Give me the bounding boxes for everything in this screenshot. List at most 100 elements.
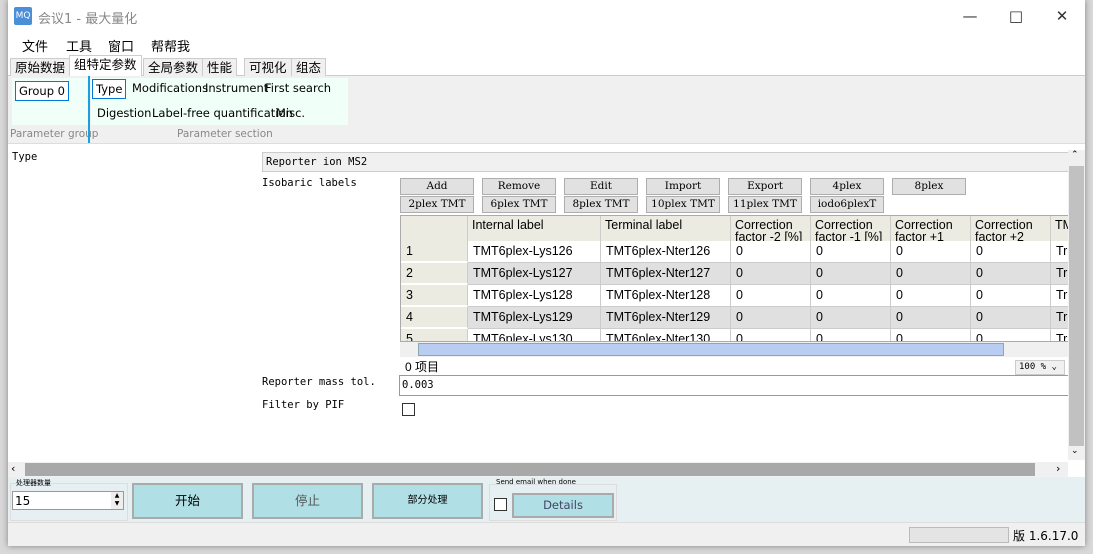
table-cell[interactable]: 0 [971,329,1051,341]
isobaric-2plex-tmt-button[interactable]: 2plex TMT [400,196,474,213]
scroll-left-icon[interactable]: ‹ [11,462,15,475]
type-select[interactable]: Reporter ion MS2 [262,152,1069,172]
isobaric-8plex-tmt-button[interactable]: 8plex TMT [564,196,638,213]
isobaric-import-button[interactable]: Import [646,178,720,195]
table-cell[interactable]: 0 [971,241,1051,263]
details-button[interactable]: Details [512,493,614,518]
scroll-down-icon[interactable]: ⌄ [1071,446,1079,456]
table-cell[interactable]: 0 [891,241,971,263]
close-icon[interactable]: ✕ [1042,4,1082,28]
isobaric-10plex-tmt-button[interactable]: 10plex TMT [646,196,720,213]
column-header[interactable]: Internal label [468,216,601,241]
horizontal-scroll-thumb[interactable] [25,463,1035,476]
isobaric-4plex-button[interactable]: 4plex [810,178,884,195]
isobaric-edit-button[interactable]: Edit [564,178,638,195]
tab-config[interactable]: 组态 [291,58,327,77]
isobaric-export-button[interactable]: Export [728,178,802,195]
section-digestion[interactable]: Digestion [94,104,154,122]
table-cell[interactable]: True [1051,329,1068,341]
table-cell[interactable]: 0 [811,241,891,263]
column-header[interactable]: Terminal label [601,216,731,241]
mass-tol-input[interactable]: 0.003 [399,375,1069,396]
section-misc[interactable]: Misc. [273,104,308,122]
isobaric-11plex-tmt-button[interactable]: 11plex TMT [728,196,802,213]
table-cell[interactable]: 0 [731,263,811,285]
threads-input[interactable]: 15 [12,491,124,510]
row-header[interactable]: 5 [401,329,468,341]
table-cell[interactable]: 0 [811,263,891,285]
email-checkbox[interactable] [494,498,507,511]
table-cell[interactable]: 0 [971,307,1051,329]
partial-process-button[interactable]: 部分处理 [372,483,483,519]
table-cell[interactable]: True [1051,263,1068,285]
table-cell[interactable]: 0 [731,285,811,307]
table-cell[interactable]: TMT6plex-Lys129 [468,307,601,329]
section-modifications[interactable]: Modifications [129,79,211,97]
isobaric-6plex-tmt-button[interactable]: 6plex TMT [482,196,556,213]
table-cell[interactable]: TMT6plex-Lys126 [468,241,601,263]
zoom-dropdown[interactable]: 100 % ⌄ [1015,360,1065,375]
section-first-search[interactable]: First search [262,79,334,97]
scroll-up-icon[interactable]: ⌃ [1071,150,1079,160]
maximize-icon[interactable]: □ [996,4,1036,28]
horizontal-scrollbar[interactable]: ‹ › [8,462,1068,477]
isobaric-remove-button[interactable]: Remove [482,178,556,195]
row-header[interactable]: 1 [401,241,468,263]
column-header[interactable]: Correction factor +1 [891,216,971,241]
menu-window[interactable]: 窗口 [108,36,134,55]
table-cell[interactable]: 0 [971,263,1051,285]
table-cell[interactable]: 0 [731,329,811,341]
column-header[interactable]: TMT [1051,216,1068,241]
table-cell[interactable]: TMT6plex-Lys128 [468,285,601,307]
menu-tools[interactable]: 工具 [66,36,92,55]
column-header[interactable]: Correction factor -1 [%] [811,216,891,241]
scrollbar-thumb[interactable] [418,343,1004,356]
tab-raw-data[interactable]: 原始数据 [10,58,71,77]
table-cell[interactable]: 0 [811,329,891,341]
vertical-scroll-thumb[interactable] [1069,166,1084,446]
row-header[interactable]: 4 [401,307,468,329]
table-cell[interactable]: True [1051,241,1068,263]
isobaric-8plex-button[interactable]: 8plex [892,178,966,195]
pif-checkbox[interactable] [402,403,415,416]
table-cell[interactable]: TMT6plex-Nter130 [601,329,731,341]
table-cell[interactable]: 0 [811,307,891,329]
vertical-scrollbar[interactable]: ⌃ ⌄ [1068,150,1085,460]
table-cell[interactable]: TMT6plex-Lys127 [468,263,601,285]
table-cell[interactable]: 0 [891,263,971,285]
table-cell[interactable]: 0 [891,285,971,307]
tab-global-params[interactable]: 全局参数 [143,58,204,77]
table-cell[interactable]: True [1051,285,1068,307]
table-cell[interactable]: 0 [811,285,891,307]
section-type[interactable]: Type [92,79,127,99]
stop-button[interactable]: 停止 [252,483,363,519]
menu-help[interactable]: 帮帮我 [151,36,190,55]
table-cell[interactable]: TMT6plex-Nter128 [601,285,731,307]
table-cell[interactable]: TMT6plex-Nter127 [601,263,731,285]
table-cell[interactable]: TMT6plex-Nter126 [601,241,731,263]
table-cell[interactable]: 0 [971,285,1051,307]
scroll-right-icon[interactable]: › [1056,462,1060,475]
table-cell[interactable]: 0 [731,307,811,329]
table-cell[interactable]: 0 [891,329,971,341]
start-button[interactable]: 开始 [132,483,243,519]
table-cell[interactable]: 0 [731,241,811,263]
row-header[interactable]: 3 [401,285,468,307]
tab-group-params[interactable]: 组特定参数 [69,55,142,77]
column-header[interactable]: Correction factor +2 [971,216,1051,241]
table-cell[interactable]: TMT6plex-Lys130 [468,329,601,341]
minimize-icon[interactable]: — [950,4,990,28]
menu-file[interactable]: 文件 [22,36,48,55]
section-instrument[interactable]: Instrument [202,79,271,97]
group-0-button[interactable]: Group 0 [15,81,69,101]
tab-visualization[interactable]: 可视化 [244,58,292,77]
table-cell[interactable]: 0 [891,307,971,329]
table-cell[interactable]: TMT6plex-Nter129 [601,307,731,329]
table-horizontal-scrollbar[interactable] [400,342,1069,357]
threads-stepper[interactable]: ▲ ▼ [111,492,123,509]
tab-performance[interactable]: 性能 [202,58,238,77]
table-cell[interactable]: True [1051,307,1068,329]
isobaric-iodo6plext-button[interactable]: iodo6plexT [810,196,884,213]
column-header[interactable]: Correction factor -2 [%] [731,216,811,241]
row-header[interactable]: 2 [401,263,468,285]
